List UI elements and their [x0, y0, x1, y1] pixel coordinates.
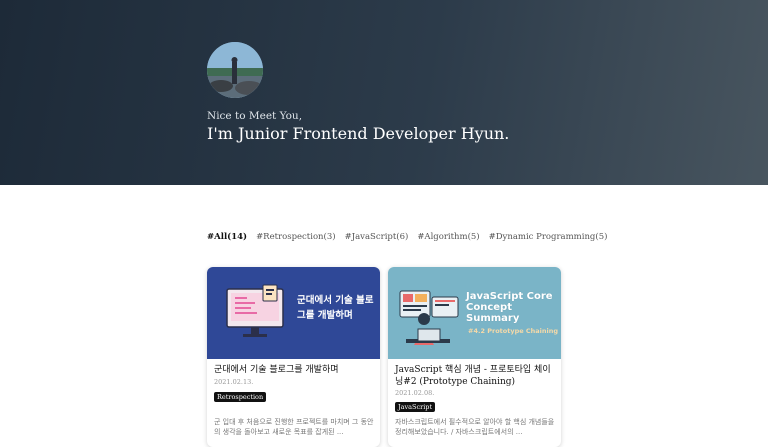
- post-date: 2021.02.08.: [395, 389, 435, 397]
- tag-filter-bar: #All(14) #Retrospection(3) #JavaScript(6…: [207, 232, 607, 246]
- post-title[interactable]: JavaScript 핵심 개념 - 프로토타입 체이닝#2 (Prototyp…: [395, 364, 557, 388]
- category-badge[interactable]: Retrospection: [214, 392, 267, 402]
- post-excerpt: 군 입대 후 처음으로 진행한 프로젝트를 마치며 그 동안의 생각을 돌아보고…: [214, 418, 374, 436]
- avatar: [207, 42, 263, 98]
- post-thumbnail: 군대에서 기술 블로그를 개발하며: [207, 267, 380, 359]
- post-excerpt: 자바스크립트에서 필수적으로 알아야 할 핵심 개념들을 정리해보았습니다. /…: [395, 418, 555, 436]
- thumbnail-title: 군대에서 기술 블로그를 개발하며: [297, 295, 374, 321]
- post-thumbnail: JavaScript Core Concept Summary #4.2 Pro…: [388, 267, 561, 359]
- category-badge[interactable]: JavaScript: [395, 402, 436, 412]
- hero-subtitle: Nice to Meet You,: [207, 110, 303, 122]
- post-card[interactable]: 군대에서 기술 블로그를 개발하며 군대에서 기술 블로그를 개발하며 2021…: [207, 267, 380, 447]
- thumbnail-title: JavaScript Core Concept Summary: [466, 291, 553, 324]
- avatar-photo: [207, 42, 263, 98]
- tag-retrospection[interactable]: #Retrospection(3): [256, 232, 336, 246]
- post-title[interactable]: 군대에서 기술 블로그를 개발하며: [214, 364, 376, 376]
- tag-algorithm[interactable]: #Algorithm(5): [417, 232, 479, 246]
- tag-javascript[interactable]: #JavaScript(6): [345, 232, 409, 246]
- post-card[interactable]: JavaScript Core Concept Summary #4.2 Pro…: [388, 267, 561, 447]
- tag-dynamic-programming[interactable]: #Dynamic Programming(5): [489, 232, 608, 246]
- hero-banner: Nice to Meet You, I'm Junior Frontend De…: [0, 0, 768, 185]
- hero-title: I'm Junior Frontend Developer Hyun.: [207, 124, 510, 143]
- thumbnail-subtitle: #4.2 Prototype Chaining: [468, 327, 559, 335]
- post-date: 2021.02.13.: [214, 378, 254, 386]
- tag-all[interactable]: #All(14): [207, 232, 247, 246]
